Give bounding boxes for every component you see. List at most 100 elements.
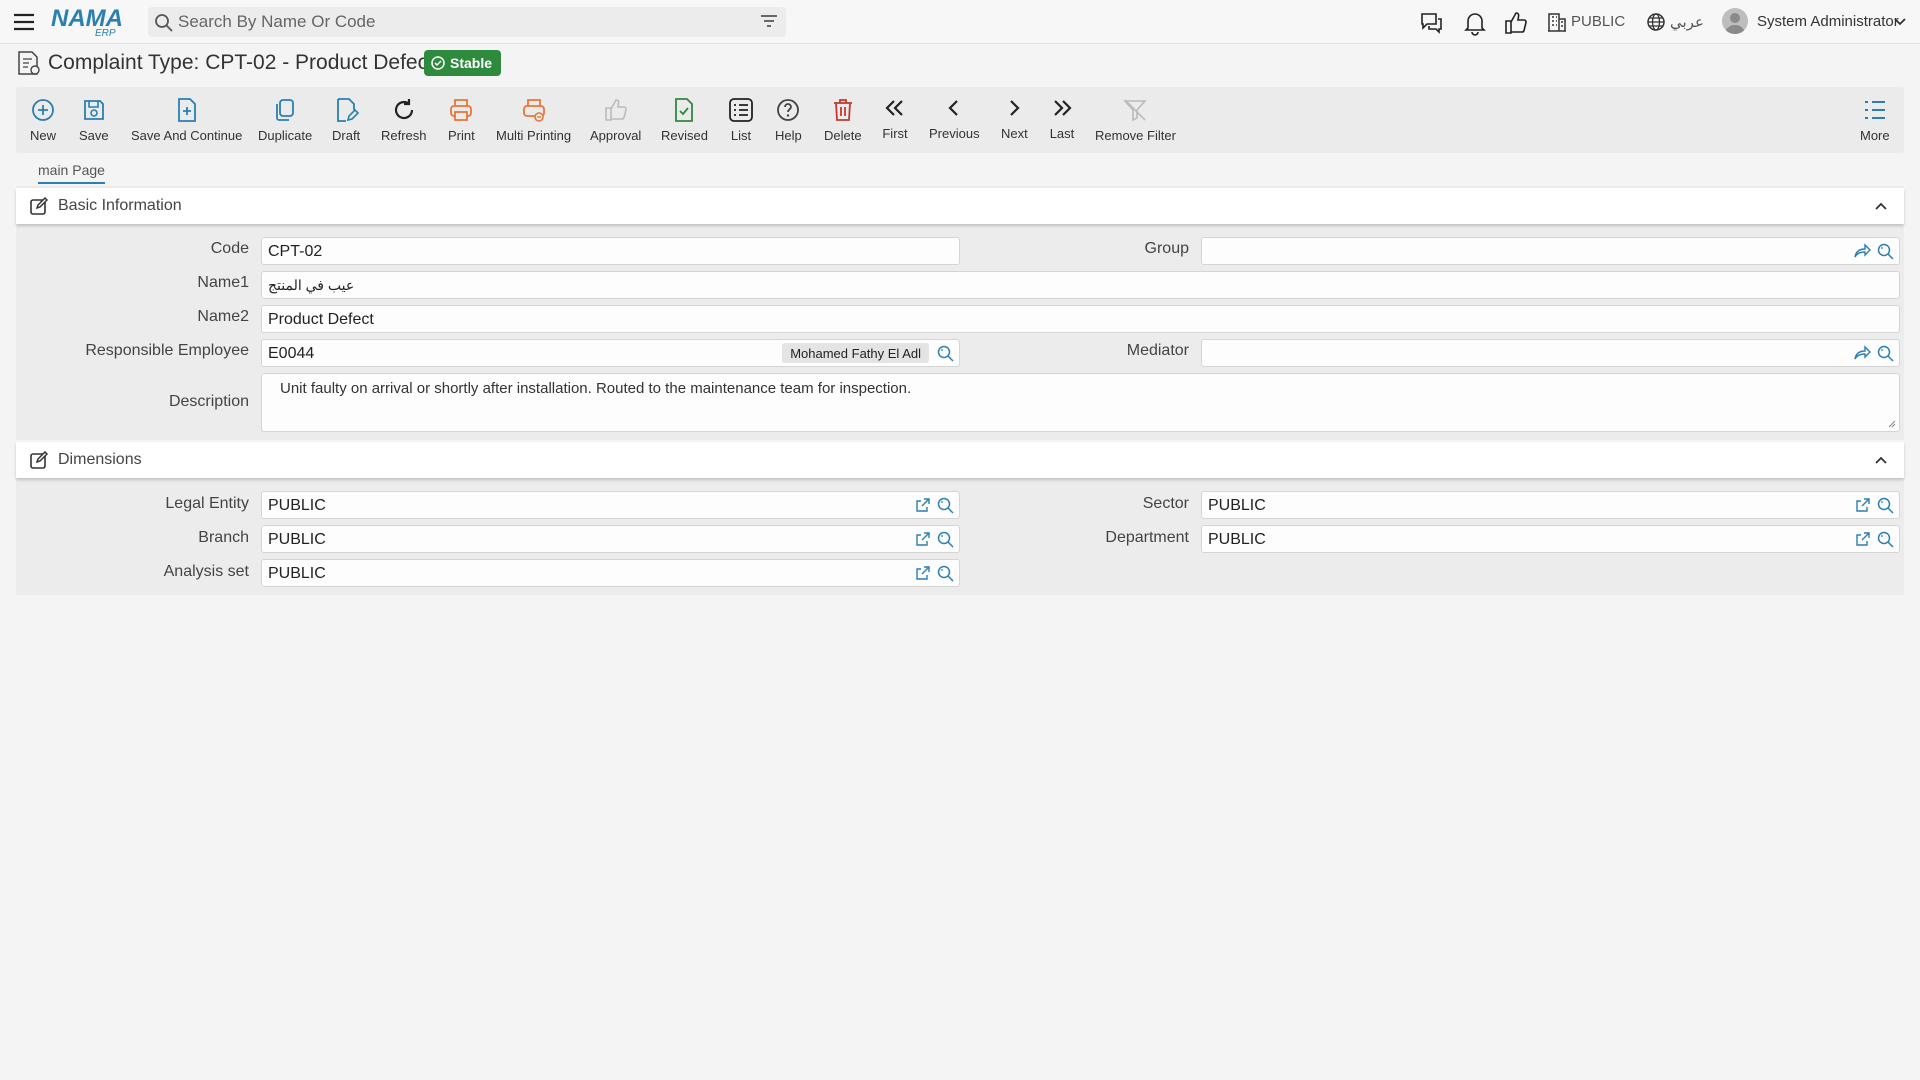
branch-label: Branch — [198, 529, 249, 546]
edit-icon — [30, 197, 48, 215]
sector-value: PUBLIC — [1208, 497, 1266, 514]
search-input[interactable] — [178, 11, 738, 33]
external-link-icon[interactable] — [915, 531, 931, 547]
responsible-employee-label: Responsible Employee — [85, 342, 249, 359]
external-link-icon[interactable] — [915, 497, 931, 513]
draft-button[interactable]: Draft — [332, 97, 360, 143]
last-button[interactable]: Last — [1049, 95, 1075, 141]
bell-icon[interactable] — [1462, 10, 1488, 36]
code-field[interactable]: CPT-02 — [261, 237, 960, 265]
search-lookup-icon[interactable] — [1877, 345, 1894, 362]
print-button[interactable]: Print — [448, 97, 475, 143]
name1-label: Name1 — [197, 274, 249, 291]
branch-field[interactable]: PUBLIC — [261, 525, 960, 553]
action-toolbar: New Save Save And Continue Duplicate Dra… — [16, 87, 1904, 153]
name2-field[interactable]: Product Defect — [261, 305, 1900, 333]
nama-erp-logo[interactable]: NAMA ERP — [50, 4, 132, 38]
group-field[interactable] — [1201, 237, 1900, 265]
analysis-set-value: PUBLIC — [268, 565, 326, 582]
remove-filter-button[interactable]: Remove Filter — [1095, 97, 1176, 143]
chevron-up-icon[interactable] — [1874, 199, 1888, 213]
external-link-icon[interactable] — [1855, 497, 1871, 513]
department-field[interactable]: PUBLIC — [1201, 525, 1900, 553]
avatar[interactable] — [1722, 8, 1748, 34]
search-lookup-icon[interactable] — [937, 497, 954, 514]
building-icon — [1548, 13, 1566, 32]
status-text: Stable — [450, 55, 493, 71]
search-lookup-icon[interactable] — [937, 531, 954, 548]
draft-label: Draft — [332, 128, 361, 143]
description-textarea[interactable]: Unit faulty on arrival or shortly after … — [261, 373, 1900, 432]
duplicate-button[interactable]: Duplicate — [258, 97, 312, 143]
refresh-button[interactable]: Refresh — [381, 97, 427, 143]
save-and-continue-button[interactable]: Save And Continue — [131, 97, 242, 143]
group-label: Group — [1144, 240, 1189, 257]
share-icon[interactable] — [1854, 345, 1871, 361]
chevron-down-icon[interactable] — [1893, 15, 1907, 29]
responsible-employee-field[interactable]: E0044 Mohamed Fathy El Adl — [261, 339, 960, 367]
chat-icon[interactable] — [1418, 10, 1444, 36]
document-edit-icon — [337, 98, 360, 122]
list-label: List — [730, 128, 752, 143]
multi-printing-label: Multi Printing — [496, 128, 572, 143]
sector-field[interactable]: PUBLIC — [1201, 491, 1900, 519]
multi-printer-icon — [522, 99, 545, 122]
thumbs-up-icon[interactable] — [1503, 10, 1529, 36]
previous-button[interactable]: Previous — [929, 95, 980, 141]
list-icon — [729, 98, 753, 122]
document-plus-icon — [177, 98, 196, 122]
code-value: CPT-02 — [268, 243, 323, 260]
search-lookup-icon[interactable] — [937, 345, 954, 362]
description-label: Description — [168, 393, 249, 410]
active-tab-indicator — [38, 182, 105, 184]
user-name[interactable]: System Administrator — [1757, 13, 1899, 30]
responsible-employee-name: Mohamed Fathy El Adl — [782, 343, 929, 363]
chevron-up-icon[interactable] — [1874, 453, 1888, 467]
search-lookup-icon[interactable] — [1877, 497, 1894, 514]
legal-entity-field[interactable]: PUBLIC — [261, 491, 960, 519]
basic-info-header[interactable]: Basic Information — [16, 188, 1904, 224]
help-button[interactable]: Help — [775, 97, 802, 143]
approval-button[interactable]: Approval — [590, 97, 641, 143]
filter-icon[interactable] — [760, 14, 778, 30]
first-button[interactable]: First — [882, 95, 908, 141]
analysis-set-field[interactable]: PUBLIC — [261, 559, 960, 587]
menu-icon[interactable] — [12, 10, 36, 34]
share-icon[interactable] — [1854, 243, 1871, 259]
multi-printing-button[interactable]: Multi Printing — [496, 97, 571, 143]
list-button[interactable]: List — [728, 97, 754, 143]
refresh-icon — [394, 99, 413, 120]
department-value: PUBLIC — [1208, 531, 1266, 548]
revised-button[interactable]: Revised — [661, 97, 708, 143]
approval-label: Approval — [590, 128, 642, 143]
name2-label: Name2 — [197, 308, 249, 325]
name2-value: Product Defect — [268, 311, 374, 328]
name1-field[interactable]: عيب في المنتج — [261, 271, 1900, 299]
search-lookup-icon[interactable] — [937, 565, 954, 582]
delete-button[interactable]: Delete — [824, 97, 862, 143]
more-label: More — [1860, 128, 1890, 143]
new-button[interactable]: New — [30, 97, 56, 143]
thumbs-up-icon — [604, 99, 627, 121]
save-label: Save — [79, 128, 109, 143]
external-link-icon[interactable] — [1855, 531, 1871, 547]
double-chevron-left-icon — [885, 100, 903, 116]
next-button[interactable]: Next — [1001, 95, 1028, 141]
search-lookup-icon[interactable] — [1877, 243, 1894, 260]
first-label: First — [882, 126, 908, 141]
external-link-icon[interactable] — [915, 565, 931, 581]
print-label: Print — [448, 128, 475, 143]
dimensions-header[interactable]: Dimensions — [16, 442, 1904, 478]
help-label: Help — [775, 128, 802, 143]
check-circle-icon — [431, 56, 445, 70]
mediator-field[interactable] — [1201, 339, 1900, 367]
refresh-label: Refresh — [381, 128, 427, 143]
tab-main-page[interactable]: main Page — [38, 162, 105, 178]
resize-handle-icon[interactable] — [1887, 419, 1896, 428]
save-button[interactable]: Save — [79, 97, 109, 143]
responsible-employee-code: E0044 — [268, 345, 315, 362]
search-lookup-icon[interactable] — [1877, 531, 1894, 548]
language-switch[interactable]: عربي — [1670, 13, 1704, 31]
more-button[interactable]: More — [1860, 97, 1890, 143]
company-label[interactable]: PUBLIC — [1571, 13, 1625, 30]
